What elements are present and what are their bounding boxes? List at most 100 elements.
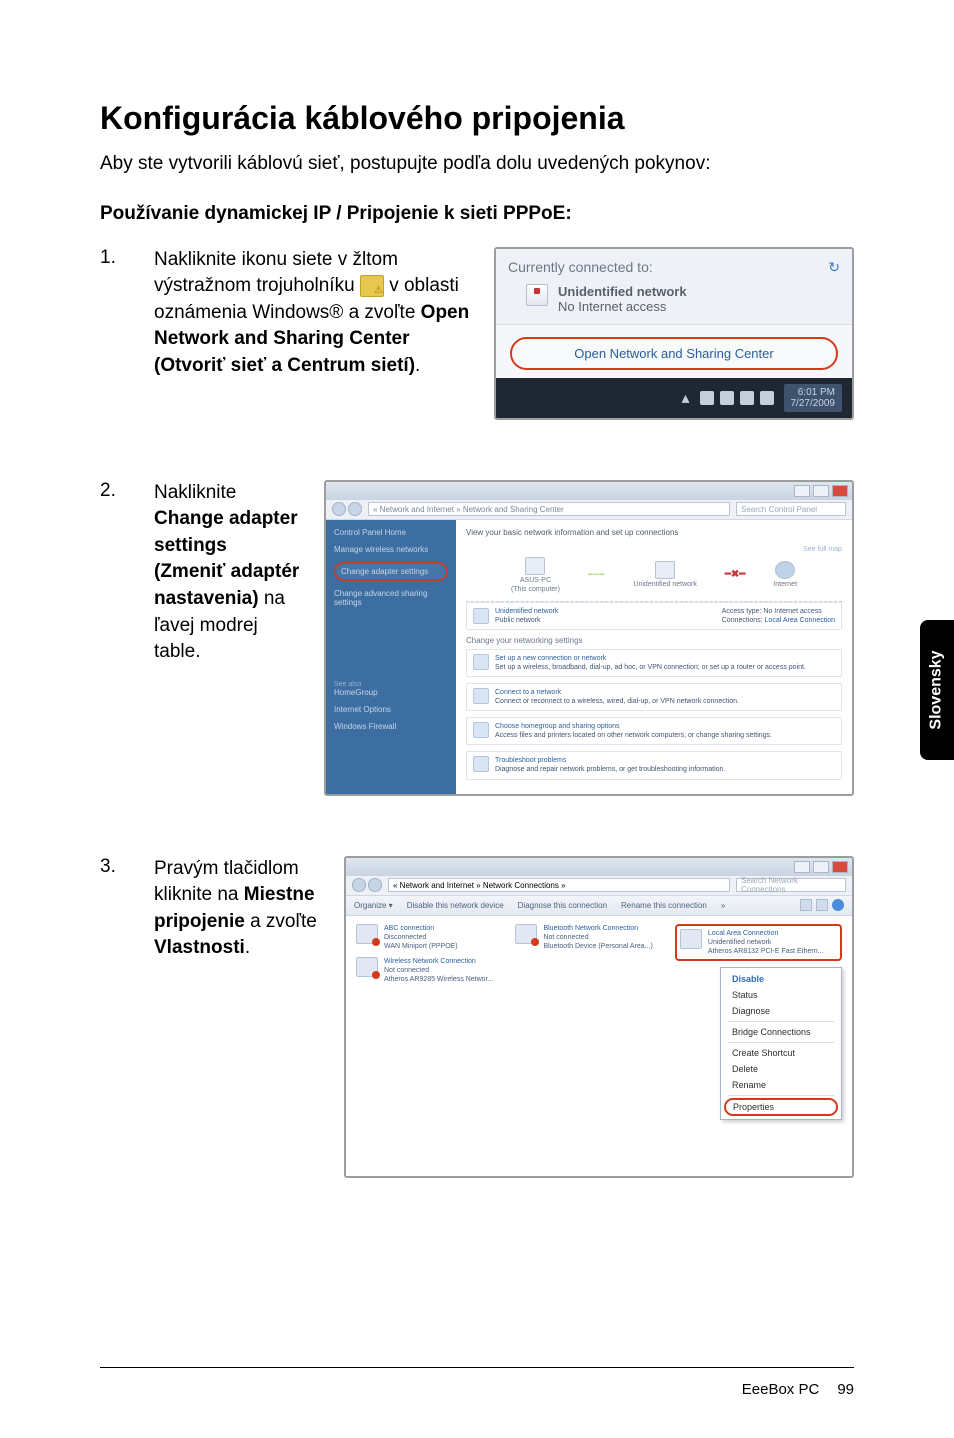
volume-icon[interactable]: [760, 391, 774, 405]
conn-device: Atheros AR8132 PCI-E Fast Ethern...: [708, 947, 824, 956]
tile-desc: Access files and printers located on oth…: [495, 732, 772, 739]
conn-status: Disconnected: [384, 933, 458, 942]
active-net-name[interactable]: Unidentified network: [495, 608, 558, 615]
setup-connection-icon: [473, 654, 489, 670]
connection-bluetooth[interactable]: Bluetooth Network ConnectionNot connecte…: [515, 924, 662, 951]
sidebar-item-firewall[interactable]: Windows Firewall: [334, 722, 448, 731]
flag-icon[interactable]: [700, 391, 714, 405]
forward-button[interactable]: [368, 878, 382, 892]
see-full-map-link[interactable]: See full map: [803, 546, 842, 553]
time-text: 6:01 PM: [791, 387, 836, 398]
refresh-icon[interactable]: ↻: [828, 259, 840, 276]
language-label: Slovensky: [928, 650, 946, 729]
step-number: 1.: [100, 247, 132, 420]
back-button[interactable]: [352, 878, 366, 892]
ctx-disable[interactable]: Disable: [724, 971, 838, 987]
network-type-icon: [473, 608, 489, 624]
sidebar-item-advanced-sharing[interactable]: Change advanced sharing settings: [334, 589, 448, 607]
connection-wireless[interactable]: Wireless Network ConnectionNot connected…: [356, 957, 503, 984]
conn-device: Atheros AR9285 Wireless Networ...: [384, 975, 493, 984]
ctx-rename[interactable]: Rename: [724, 1077, 838, 1093]
screenshot-tray-popup: Currently connected to: ↻ Unidentified n…: [494, 247, 854, 420]
sidebar: Control Panel Home Manage wireless netwo…: [326, 520, 456, 794]
more-toolbar[interactable]: »: [721, 901, 725, 910]
conn-status: Not connected: [384, 966, 493, 975]
no-internet-label: No Internet access: [558, 299, 687, 314]
ctx-properties[interactable]: Properties: [724, 1098, 838, 1116]
show-hidden-icon[interactable]: ▴: [681, 388, 689, 408]
active-net-type: Public network: [495, 617, 541, 624]
step-2: 2. Nakliknite Change adapter settings (Z…: [100, 480, 854, 796]
homegroup-icon: [473, 722, 489, 738]
sidebar-item-wireless[interactable]: Manage wireless networks: [334, 545, 448, 554]
clock[interactable]: 6:01 PM 7/27/2009: [784, 384, 843, 412]
conn-name: ABC connection: [384, 924, 458, 933]
tile-title[interactable]: Connect to a network: [495, 689, 561, 696]
back-button[interactable]: [332, 502, 346, 516]
minimize-button[interactable]: [794, 861, 810, 873]
tile-desc: Set up a wireless, broadband, dial-up, a…: [495, 664, 806, 671]
action-center-icon[interactable]: [720, 391, 734, 405]
globe-icon: [775, 561, 795, 579]
see-also-label: See also: [334, 681, 448, 688]
step-text: Pravým tlačidlom kliknite na Miestne pri…: [154, 856, 322, 1178]
pc-node: ASUS-PC (This computer): [511, 557, 560, 593]
sidebar-item-internet-options[interactable]: Internet Options: [334, 705, 448, 714]
connection-icon: [356, 957, 378, 977]
open-network-center-link[interactable]: Open Network and Sharing Center: [510, 337, 838, 370]
rename-button[interactable]: Rename this connection: [621, 901, 707, 910]
troubleshoot-icon: [473, 756, 489, 772]
organize-menu[interactable]: Organize ▾: [354, 901, 393, 910]
step-number: 2.: [100, 480, 132, 796]
diagnose-button[interactable]: Diagnose this connection: [518, 901, 607, 910]
search-input[interactable]: Search Control Panel: [736, 502, 846, 516]
ctx-status[interactable]: Status: [724, 987, 838, 1003]
language-side-tab: Slovensky: [920, 620, 954, 760]
minimize-button[interactable]: [794, 485, 810, 497]
view-icon[interactable]: [800, 899, 812, 911]
maximize-button[interactable]: [813, 485, 829, 497]
maximize-button[interactable]: [813, 861, 829, 873]
footer-rule: [100, 1367, 854, 1368]
search-placeholder: Search Network Connections: [741, 876, 841, 894]
access-type-value: No Internet access: [763, 608, 821, 615]
separator: [728, 1021, 834, 1022]
connection-local-area[interactable]: Local Area ConnectionUnidentified networ…: [675, 924, 842, 961]
computer-icon: [525, 557, 545, 575]
ctx-bridge[interactable]: Bridge Connections: [724, 1024, 838, 1040]
sidebar-item-homegroup[interactable]: HomeGroup: [334, 688, 448, 697]
sidebar-item-home[interactable]: Control Panel Home: [334, 528, 448, 537]
search-input[interactable]: Search Network Connections: [736, 878, 846, 892]
address-bar[interactable]: « Network and Internet » Network and Sha…: [368, 502, 730, 516]
conn-name: Local Area Connection: [708, 929, 824, 938]
step-number: 3.: [100, 856, 132, 1178]
network-icon[interactable]: [740, 391, 754, 405]
help-icon[interactable]: [832, 899, 844, 911]
network-tray-icon: [360, 275, 384, 297]
sidebar-item-adapter-settings[interactable]: Change adapter settings: [334, 562, 448, 581]
close-button[interactable]: [832, 861, 848, 873]
disable-device-button[interactable]: Disable this network device: [407, 901, 504, 910]
step-1: 1. Nakliknite ikonu siete v žltom výstra…: [100, 247, 854, 420]
separator: [728, 1042, 834, 1043]
view-icon[interactable]: [816, 899, 828, 911]
tile-desc: Diagnose and repair network problems, or…: [495, 766, 725, 773]
ctx-delete[interactable]: Delete: [724, 1061, 838, 1077]
ctx-shortcut[interactable]: Create Shortcut: [724, 1045, 838, 1061]
address-bar[interactable]: « Network and Internet » Network Connect…: [388, 878, 730, 892]
connections-value[interactable]: Local Area Connection: [765, 617, 835, 624]
tile-title[interactable]: Troubleshoot problems: [495, 757, 566, 764]
access-type-label: Access type:: [722, 608, 762, 615]
conn-device: Bluetooth Device (Personal Area...): [543, 942, 652, 951]
date-text: 7/27/2009: [791, 398, 836, 409]
tile-title[interactable]: Set up a new connection or network: [495, 655, 606, 662]
section-title: Používanie dynamickej IP / Pripojenie k …: [100, 203, 854, 225]
search-placeholder: Search Control Panel: [741, 505, 817, 514]
footer: EeeBox PC 99: [742, 1381, 854, 1398]
connection-abc[interactable]: ABC connectionDisconnectedWAN Miniport (…: [356, 924, 503, 951]
forward-button[interactable]: [348, 502, 362, 516]
change-settings-label: Change your networking settings: [466, 636, 842, 645]
tile-title[interactable]: Choose homegroup and sharing options: [495, 723, 620, 730]
close-button[interactable]: [832, 485, 848, 497]
ctx-diagnose[interactable]: Diagnose: [724, 1003, 838, 1019]
